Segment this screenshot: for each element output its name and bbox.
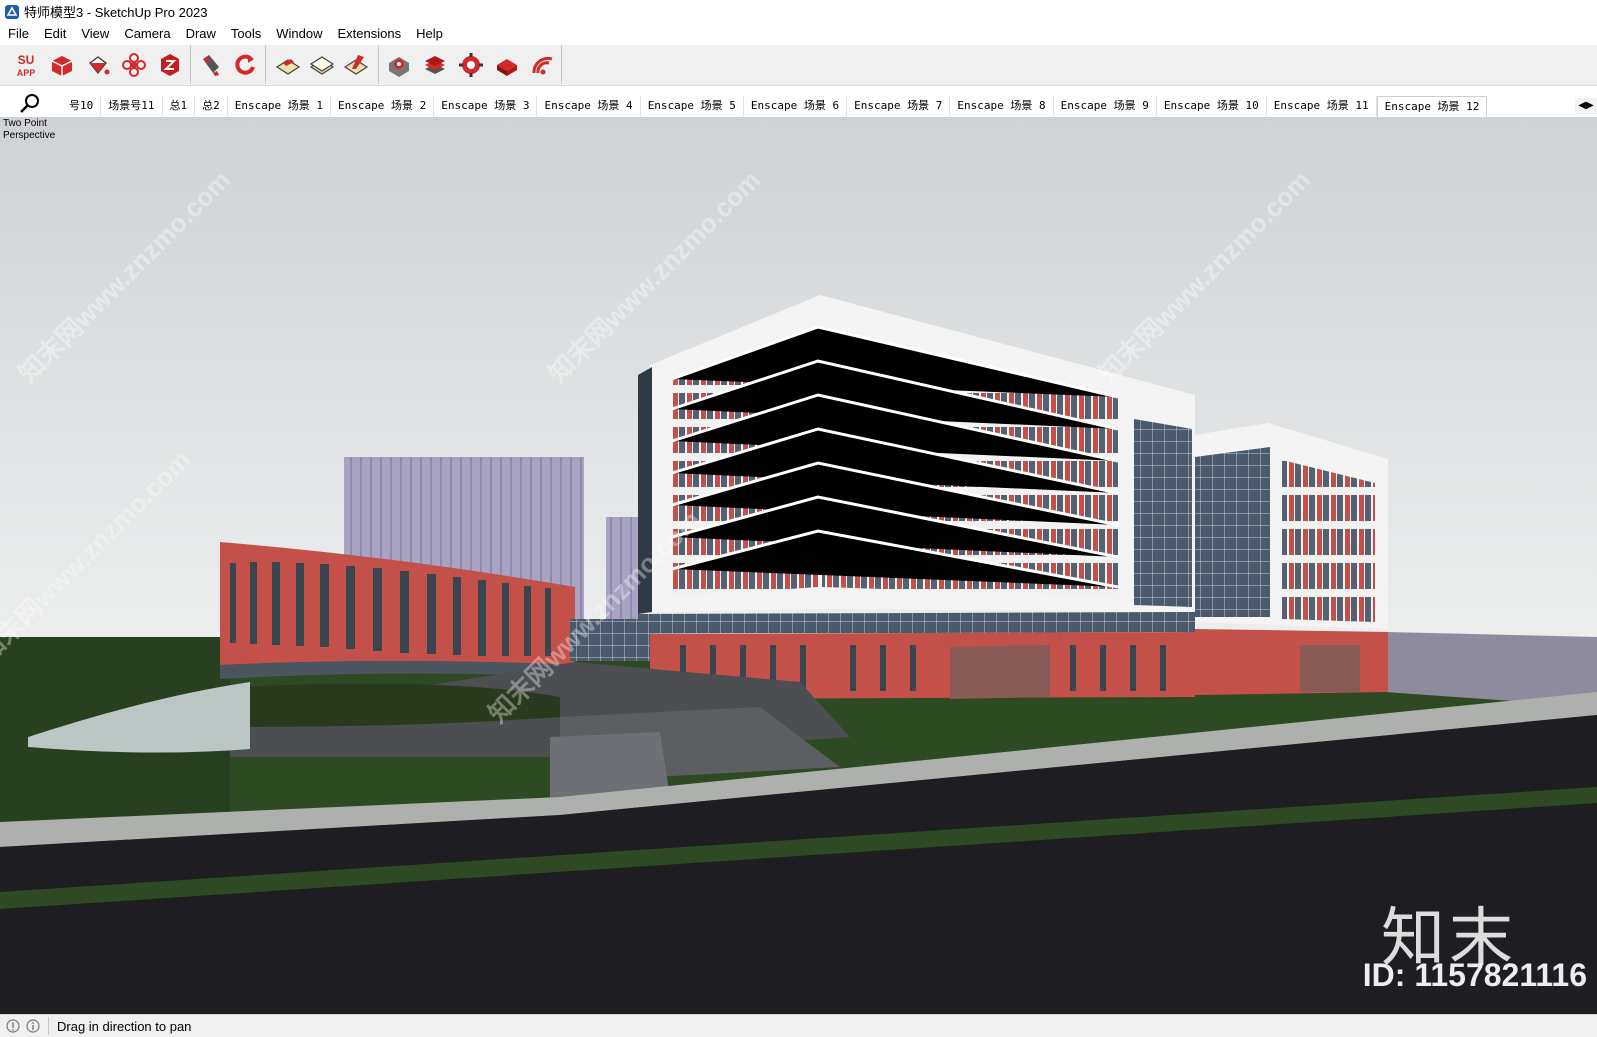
menu-bar: File Edit View Camera Draw Tools Window …	[0, 23, 1597, 45]
camera-mode-label: Two Point Perspective	[3, 118, 55, 142]
stacked-books-button[interactable]	[421, 51, 449, 79]
window-title: 特师模型3 - SketchUp Pro 2023	[24, 5, 208, 20]
rotate-button[interactable]	[231, 51, 259, 79]
gear-red-button[interactable]	[457, 51, 485, 79]
menu-window[interactable]: Window	[268, 23, 329, 45]
status-message: Drag in direction to pan	[57, 1018, 192, 1034]
rotate-icon	[235, 54, 255, 75]
flower-settings-button[interactable]	[120, 51, 148, 79]
scene-tab[interactable]: Enscape 场景 11	[1267, 96, 1377, 116]
layer-edit-button[interactable]	[342, 51, 370, 79]
menu-draw[interactable]: Draw	[178, 23, 223, 45]
wifi-red-button[interactable]	[529, 51, 557, 79]
layer-stack-button[interactable]	[308, 51, 336, 79]
scene-tab[interactable]: Enscape 场景 9	[1054, 96, 1157, 116]
magnet-icon	[203, 55, 219, 76]
scene-tab[interactable]: 号10	[62, 96, 102, 116]
red-cube-icon	[161, 54, 179, 76]
scene-tab[interactable]: Enscape 场景 10	[1157, 96, 1267, 116]
scene-tab[interactable]: Enscape 场景 7	[847, 96, 951, 116]
second-tower-entrance	[1300, 645, 1360, 692]
zoom-icon[interactable]	[18, 92, 42, 116]
toolbar-group-4	[379, 45, 562, 84]
scene-tab[interactable]: Enscape 场景 1	[228, 96, 331, 116]
second-tower-glass	[1195, 447, 1270, 617]
svg-text:SU: SU	[18, 53, 35, 67]
scene-tab[interactable]: Enscape 场景 3	[434, 96, 538, 116]
3d-model-render	[0, 117, 1597, 1014]
push-pull-box-icon	[51, 56, 73, 76]
layer-stack-icon	[309, 56, 335, 75]
gear-red-icon	[459, 53, 483, 77]
magnet-button[interactable]	[197, 51, 225, 79]
su-app-button[interactable]: SU APP	[12, 51, 40, 79]
menu-view[interactable]: View	[73, 23, 116, 45]
toolbar-group-1: SU APP	[0, 45, 191, 84]
second-tower-windows	[1282, 460, 1375, 622]
scene-tab-active[interactable]: Enscape 场景 12	[1376, 96, 1488, 117]
scene-tab[interactable]: 场景号11	[101, 96, 163, 116]
svg-text:APP: APP	[17, 68, 36, 78]
tab-scroll-arrows[interactable]: ◀▶	[1575, 98, 1597, 114]
paint-bucket-icon	[89, 56, 110, 75]
su-app-icon: SU APP	[17, 53, 36, 78]
menu-extensions[interactable]: Extensions	[330, 23, 409, 45]
menu-file[interactable]: File	[0, 23, 36, 45]
main-podium-glass-band	[638, 612, 1195, 634]
title-bar: 特师模型3 - SketchUp Pro 2023	[0, 0, 1597, 23]
camera-mode-line-2: Perspective	[3, 130, 56, 141]
status-divider	[48, 1017, 49, 1035]
layer-edit-icon	[343, 55, 369, 75]
scene-tab[interactable]: Enscape 场景 5	[641, 96, 744, 116]
wifi-red-icon	[532, 56, 553, 75]
main-tower-glass-core	[1134, 419, 1192, 607]
geo-location-icon[interactable]	[6, 1019, 20, 1033]
scene-tab[interactable]: Enscape 场景 2	[331, 96, 435, 116]
main-tower-corner	[638, 367, 652, 614]
wand-box-button[interactable]	[493, 51, 521, 79]
toolbar: SU APP	[0, 45, 1597, 86]
layer-flag-button[interactable]	[274, 51, 302, 79]
layer-flag-icon	[275, 59, 301, 75]
menu-edit[interactable]: Edit	[36, 23, 73, 45]
scene-tabs: 号10 场景号11 总1 总2 Enscape 场景 1 Enscape 场景 …	[62, 96, 1488, 117]
toolbar-group-2	[191, 45, 266, 84]
sketchup-app-icon	[5, 4, 19, 19]
status-bar: Drag in direction to pan	[0, 1014, 1597, 1037]
paint-bucket-button[interactable]	[84, 51, 112, 79]
menu-tools[interactable]: Tools	[223, 23, 268, 45]
background-tower-small	[606, 517, 638, 627]
scene-tab-bar: 号10 场景号11 总1 总2 Enscape 场景 1 Enscape 场景 …	[0, 86, 1597, 117]
main-entrance	[950, 645, 1050, 699]
flower-settings-icon	[122, 53, 146, 77]
info-icon[interactable]	[26, 1019, 40, 1033]
toolbar-group-3	[266, 45, 379, 84]
gear-box-icon	[389, 57, 409, 77]
wand-box-icon	[497, 59, 517, 76]
menu-camera[interactable]: Camera	[116, 23, 177, 45]
stacked-books-icon	[425, 56, 445, 74]
scene-tab[interactable]: Enscape 场景 8	[950, 96, 1054, 116]
camera-mode-line-1: Two Point	[3, 118, 47, 129]
scene-tab[interactable]: 总2	[195, 96, 228, 116]
push-pull-box-button[interactable]	[48, 51, 76, 79]
gear-box-button[interactable]	[385, 51, 413, 79]
model-viewport[interactable]: Two Point Perspective 知末网www.znzmo.com 知…	[0, 117, 1597, 1014]
brand-id-label: ID: 1157821116	[1362, 957, 1587, 993]
scene-tab[interactable]: Enscape 场景 6	[744, 96, 848, 116]
scene-tab[interactable]: Enscape 场景 4	[537, 96, 641, 116]
menu-help[interactable]: Help	[408, 23, 450, 45]
scene-tab[interactable]: 总1	[163, 96, 196, 116]
red-cube-button[interactable]	[156, 51, 184, 79]
